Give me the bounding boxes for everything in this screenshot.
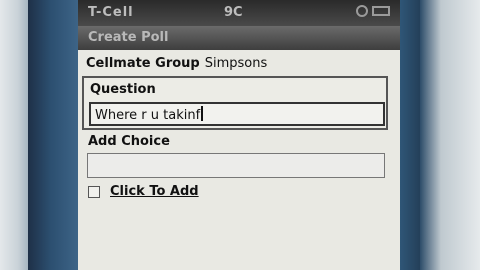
carrier-label: T-Cell: [88, 5, 134, 20]
status-bar: T-Cell 9C: [78, 0, 400, 26]
group-value: Simpsons: [204, 56, 268, 71]
click-to-add-link[interactable]: Click To Add: [110, 184, 199, 199]
add-choice-input[interactable]: [87, 153, 385, 178]
page-title: Create Poll: [88, 30, 169, 45]
group-row: Cellmate Group Simpsons: [86, 56, 267, 71]
click-to-add-row[interactable]: Click To Add: [88, 184, 199, 199]
question-section: Question Where r u takinf: [82, 76, 388, 130]
question-input[interactable]: Where r u takinf: [89, 102, 385, 126]
title-bar: Create Poll: [78, 26, 400, 50]
question-input-text: Where r u takinf: [95, 108, 201, 123]
add-checkbox[interactable]: [88, 185, 100, 198]
signal-icon: [356, 5, 368, 17]
status-indicators: [356, 5, 390, 17]
text-caret: [201, 106, 204, 121]
question-label: Question: [90, 82, 156, 97]
background-left: [0, 0, 30, 270]
group-label: Cellmate Group: [86, 56, 200, 71]
battery-icon: [372, 6, 390, 16]
add-choice-label: Add Choice: [88, 134, 170, 149]
phone-bezel-left: [28, 0, 78, 270]
background-right: [420, 0, 480, 270]
status-time: 9C: [224, 5, 243, 20]
phone-screen: T-Cell 9C Create Poll Cellmate Group Simp…: [78, 0, 400, 270]
